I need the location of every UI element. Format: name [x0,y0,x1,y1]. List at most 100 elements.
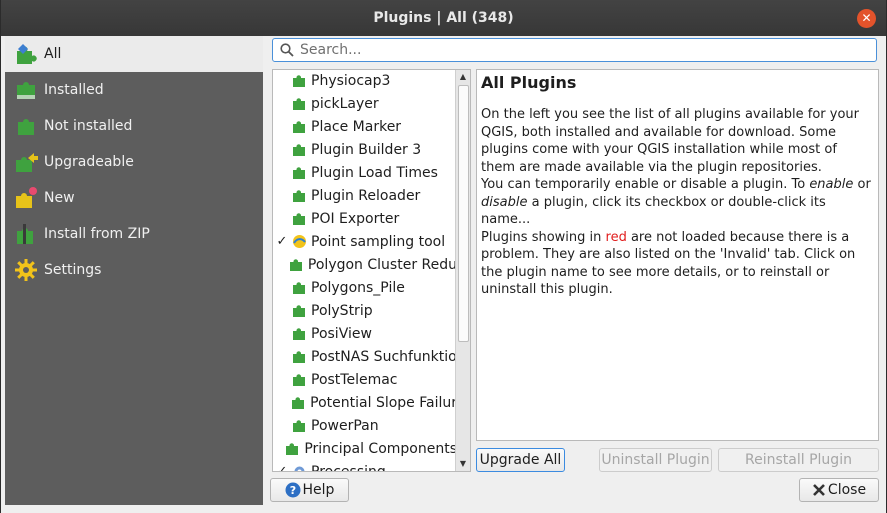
search-box[interactable] [272,38,877,62]
plugin-checkbox[interactable] [275,350,289,364]
plugin-checkbox[interactable] [275,166,289,180]
plugin-name: Plugin Builder 3 [311,141,422,158]
sidebar-item-label: Installed [44,82,104,98]
plugin-name: Place Marker [311,118,402,135]
puzzle-plugin-icon [292,372,307,387]
plugin-name: PolyStrip [311,302,373,319]
sidebar-item-not-installed[interactable]: Not installed [5,108,263,144]
details-paragraph-enable: You can temporarily enable or disable a … [481,177,871,227]
plugin-checkbox[interactable] [275,189,289,203]
help-label: Help [302,482,335,498]
sidebar-item-install-from-zip[interactable]: Install from ZIP [5,216,263,252]
plugin-list[interactable]: Physiocap3 pickLayer Place Marker Plugin Bu… [272,69,471,472]
gear-icon [13,257,39,283]
scroll-down-icon[interactable]: ▼ [456,457,470,471]
plugin-row[interactable]: Principal Components [273,437,457,460]
plugin-row[interactable]: Physiocap3 [273,70,457,92]
puzzle-plugin-icon [292,211,307,226]
plugin-checkbox[interactable] [275,281,289,295]
puzzle-plugin-icon [292,303,307,318]
plugin-name: PowerPan [311,417,379,434]
close-button[interactable]: Close [799,478,879,502]
plugin-checkbox[interactable] [275,419,289,433]
plugin-checkbox[interactable]: ✓ [275,464,289,471]
plugin-checkbox[interactable] [275,373,289,387]
puzzle-plugin-icon [292,188,307,203]
sidebar-item-all[interactable]: All [5,36,263,72]
plugin-checkbox[interactable] [275,258,286,272]
puzzle-new-icon [13,185,39,211]
scroll-up-icon[interactable]: ▲ [456,70,470,84]
plugin-name: POI Exporter [311,210,400,227]
puzzle-installed-icon [13,77,39,103]
plugin-row[interactable]: pickLayer [273,92,457,115]
details-paragraph-invalid: Plugins showing in red are not loaded be… [481,229,856,298]
puzzle-plugin-icon [292,326,307,341]
sidebar-item-label: New [44,190,75,206]
close-label: Close [827,482,867,498]
plugin-checkbox[interactable]: ✓ [275,234,289,249]
plugin-checkbox[interactable] [275,212,289,226]
processing-gear-icon [292,464,307,471]
plugin-checkbox[interactable] [275,304,289,318]
svg-text:?: ? [289,484,295,497]
sidebar-item-new[interactable]: New [5,180,263,216]
uninstall-plugin-button[interactable]: Uninstall Plugin [599,448,712,472]
scrollbar-thumb[interactable] [458,85,469,342]
plugin-row[interactable]: PosiView [273,322,457,345]
sidebar-item-label: Not installed [44,118,133,134]
plugin-row[interactable]: Plugin Load Times [273,161,457,184]
puzzle-plugin-icon [292,418,307,433]
plugin-row[interactable]: POI Exporter [273,207,457,230]
help-button[interactable]: ? Help [270,478,349,502]
plugin-checkbox[interactable] [275,327,289,341]
plugin-checkbox[interactable] [275,120,289,134]
sidebar-item-label: Settings [44,262,102,278]
close-icon [812,483,826,497]
details-paragraph-intro: On the left you see the list of all plug… [481,107,860,175]
help-icon: ? [285,482,301,498]
upgrade-all-button[interactable]: Upgrade All [476,448,565,472]
sidebar-item-settings[interactable]: Settings [5,252,263,288]
plugin-row[interactable]: ✓ Point sampling tool [273,230,457,253]
plugin-row[interactable]: PostNAS Suchfunktio [273,345,457,368]
plugin-checkbox[interactable] [275,143,289,157]
plugin-row[interactable]: Plugin Builder 3 [273,138,457,161]
plugin-name: Plugin Reloader [311,187,421,204]
plugin-name: Potential Slope Failur [310,394,457,411]
plugin-name: PostTelemac [311,371,398,388]
plugin-name: PosiView [311,325,372,342]
plugin-checkbox[interactable] [275,396,288,410]
plugin-checkbox[interactable] [275,74,289,88]
puzzle-zip-icon [13,221,39,247]
reinstall-plugin-button[interactable]: Reinstall Plugin [718,448,879,472]
plugin-row[interactable]: Polygon Cluster Redu [273,253,457,276]
plugin-row[interactable]: PolyStrip [273,299,457,322]
sidebar-item-upgradeable[interactable]: Upgradeable [5,144,263,180]
plugin-checkbox[interactable] [275,97,289,111]
sidebar-item-label: Upgradeable [44,154,134,170]
plugin-row[interactable]: Plugin Reloader [273,184,457,207]
plugin-row[interactable]: Place Marker [273,115,457,138]
plugin-details-pane: All Plugins On the left you see the list… [476,69,879,441]
plugin-name: PostNAS Suchfunktio [311,348,457,365]
sidebar-item-installed[interactable]: Installed [5,72,263,108]
plugin-row[interactable]: Polygons_Pile [273,276,457,299]
plugin-row[interactable]: ✓ Processing [273,460,457,471]
plugin-name: Polygons_Pile [311,279,405,296]
window-title: Plugins | All (348) [373,10,514,26]
plugin-checkbox[interactable] [275,442,282,456]
puzzle-plugin-icon [292,96,307,111]
plugin-row[interactable]: PostTelemac [273,368,457,391]
plugin-name: pickLayer [311,95,379,112]
title-bar[interactable]: Plugins | All (348) ✕ [1,0,886,36]
plugins-dialog: Plugins | All (348) ✕ All Installed Not … [0,0,887,513]
plugin-row[interactable]: Potential Slope Failur [273,391,457,414]
plugin-row[interactable]: PowerPan [273,414,457,437]
window-close-icon[interactable]: ✕ [857,9,876,28]
search-input[interactable] [300,42,860,58]
puzzle-not-installed-icon [13,113,39,139]
plugin-list-scrollbar[interactable]: ▲ ▼ [455,70,470,471]
puzzle-plugin-icon [292,142,307,157]
plugin-name: Point sampling tool [311,233,446,250]
